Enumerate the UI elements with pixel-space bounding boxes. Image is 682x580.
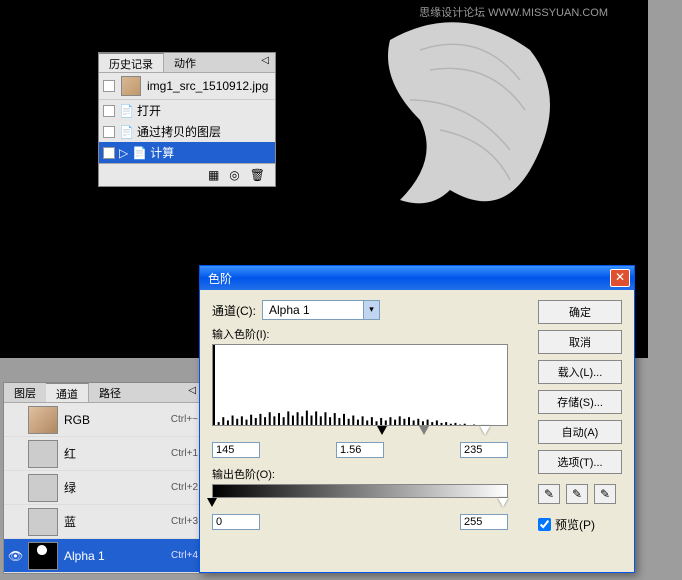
history-panel-tabs: 历史记录 动作 ◁ [99,53,275,73]
channel-value: Alpha 1 [263,301,363,319]
channel-row-绿[interactable]: 绿 Ctrl+2 [4,471,202,505]
highlight-slider[interactable] [480,426,490,435]
history-snapshot-row[interactable]: img1_src_1510912.jpg [99,73,275,100]
channel-row-红[interactable]: 红 Ctrl+1 [4,437,202,471]
step-checkbox[interactable] [103,126,115,138]
output-gradient [212,484,508,498]
dialog-titlebar[interactable]: 色阶 ✕ [200,266,634,290]
step-checkbox[interactable] [103,147,115,159]
output-highlight-slider[interactable] [498,498,508,507]
history-step-label: 打开 [137,102,161,119]
channel-row-alpha1[interactable]: 👁 Alpha 1 Ctrl+4 [4,539,202,573]
channel-label: 通道(C): [212,302,256,319]
input-gamma-field[interactable] [336,442,384,458]
load-button[interactable]: 载入(L)... [538,360,622,384]
channel-row-rgb[interactable]: RGB Ctrl+~ [4,403,202,437]
channel-name: Alpha 1 [64,549,165,563]
auto-button[interactable]: 自动(A) [538,420,622,444]
history-step-label: 通过拷贝的图层 [137,123,221,140]
channels-panel: 图层 通道 路径 ◁ RGB Ctrl+~ 红 Ctrl+1 绿 Ctrl+2 蓝 Ctrl+… [3,382,203,574]
tab-layers[interactable]: 图层 [4,383,46,402]
gray-eyedropper-icon[interactable]: ✎ [566,484,588,504]
visibility-eye-icon[interactable] [8,481,22,495]
step-checkbox[interactable] [103,105,115,117]
tab-actions[interactable]: 动作 [164,53,206,72]
channel-thumbnail [28,508,58,536]
history-step-calculations[interactable]: ▷ 📄 计算 [99,142,275,163]
visibility-eye-icon[interactable]: 👁 [8,549,22,563]
delete-icon[interactable]: 🗑 [250,168,265,182]
histogram-chart [213,345,508,426]
new-document-from-state-icon[interactable]: ▦ [208,168,219,182]
levels-dialog: 色阶 ✕ 通道(C): Alpha 1 ▾ 输入色阶(I): [199,265,635,573]
channel-thumbnail [28,542,58,570]
midtone-slider[interactable] [419,426,429,435]
output-shadow-slider[interactable] [207,498,217,507]
channels-panel-tabs: 图层 通道 路径 ◁ [4,383,202,403]
input-slider-track[interactable] [212,426,508,440]
shadow-slider[interactable] [377,426,387,435]
options-button[interactable]: 选项(T)... [538,450,622,474]
channel-combobox[interactable]: Alpha 1 ▾ [262,300,380,320]
preview-checkbox-row[interactable]: 预览(P) [538,516,622,533]
history-step-label: 计算 [150,144,174,161]
snapshot-checkbox[interactable] [103,80,115,92]
ok-button[interactable]: 确定 [538,300,622,324]
visibility-eye-icon[interactable] [8,515,22,529]
document-icon: 📄 [119,104,133,118]
output-shadow-field[interactable] [212,514,260,530]
panel-menu-icon[interactable]: ◁ [255,53,275,72]
snapshot-thumbnail [121,76,141,96]
channel-thumbnail [28,440,58,468]
channel-name: 绿 [64,479,165,496]
channel-thumbnail [28,474,58,502]
channel-shortcut: Ctrl+1 [171,448,198,459]
black-eyedropper-icon[interactable]: ✎ [538,484,560,504]
tab-paths[interactable]: 路径 [89,383,131,402]
channel-row-蓝[interactable]: 蓝 Ctrl+3 [4,505,202,539]
channel-shortcut: Ctrl+2 [171,482,198,493]
preview-checkbox[interactable] [538,518,551,531]
histogram [212,344,508,426]
current-state-marker-icon: ▷ [119,146,128,160]
close-button[interactable]: ✕ [610,269,630,287]
chevron-down-icon[interactable]: ▾ [363,301,379,319]
channel-shortcut: Ctrl+4 [171,550,198,561]
snapshot-filename: img1_src_1510912.jpg [147,79,268,93]
document-icon: 📄 [132,146,146,160]
history-step-open[interactable]: 📄 打开 [99,100,275,121]
channel-thumbnail [28,406,58,434]
new-snapshot-icon[interactable]: ◎ [229,168,239,182]
input-highlight-field[interactable] [460,442,508,458]
output-highlight-field[interactable] [460,514,508,530]
channel-name: 红 [64,445,165,462]
document-icon: 📄 [119,125,133,139]
channel-shortcut: Ctrl+~ [171,414,198,425]
canvas-image [340,10,580,270]
input-levels-label: 输入色阶(I): [212,326,526,342]
cancel-button[interactable]: 取消 [538,330,622,354]
dialog-title: 色阶 [208,270,232,287]
output-slider-track[interactable] [212,498,508,512]
preview-label: 预览(P) [555,516,595,533]
white-eyedropper-icon[interactable]: ✎ [594,484,616,504]
channel-shortcut: Ctrl+3 [171,516,198,527]
save-button[interactable]: 存储(S)... [538,390,622,414]
input-shadow-field[interactable] [212,442,260,458]
tab-history[interactable]: 历史记录 [99,53,164,72]
history-step-layer-copy[interactable]: 📄 通过拷贝的图层 [99,121,275,142]
output-levels-label: 输出色阶(O): [212,466,526,482]
tab-channels[interactable]: 通道 [46,383,89,402]
visibility-eye-icon[interactable] [8,447,22,461]
history-footer: ▦ ◎ 🗑 [99,163,275,186]
channel-name: 蓝 [64,513,165,530]
channel-name: RGB [64,413,165,427]
history-panel: 历史记录 动作 ◁ img1_src_1510912.jpg 📄 打开 📄 通过… [98,52,276,187]
visibility-eye-icon[interactable] [8,413,22,427]
